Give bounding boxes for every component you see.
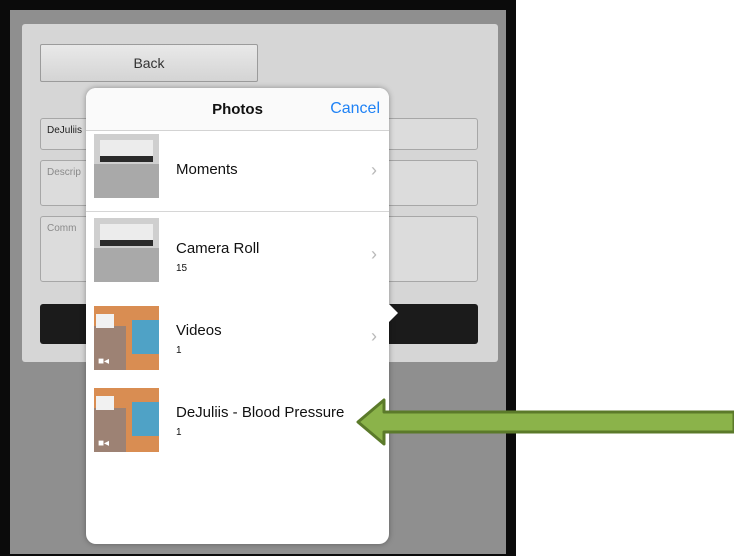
album-name: Videos <box>176 322 222 339</box>
album-name: Moments <box>176 161 238 178</box>
chevron-right-icon: › <box>371 244 377 264</box>
video-camera-icon: ■◂ <box>98 356 110 367</box>
album-count: 1 <box>176 427 182 438</box>
album-name: DeJuliis - Blood Pressure <box>176 404 345 421</box>
album-thumbnail: ■◂ <box>94 388 159 452</box>
album-count: 15 <box>176 263 188 274</box>
album-row-blood-pressure[interactable]: ■◂ DeJuliis - Blood Pressure 1 <box>86 384 389 466</box>
album-row-camera-roll[interactable]: Camera Roll 15 › <box>86 212 389 294</box>
cancel-button[interactable]: Cancel <box>330 100 380 118</box>
album-count: 1 <box>176 345 182 356</box>
album-row-videos[interactable]: ■◂ Videos 1 › <box>86 302 389 384</box>
album-thumbnail <box>94 218 159 282</box>
popover-header: Photos Cancel <box>86 88 389 131</box>
back-button[interactable]: Back <box>40 44 258 82</box>
album-thumbnail <box>94 134 159 198</box>
album-thumbnail: ■◂ <box>94 306 159 370</box>
green-pointer-arrow <box>356 398 734 446</box>
popover-arrow <box>388 303 398 323</box>
photos-popover: Photos Cancel Moments › Camera Roll 15 ›… <box>86 88 398 544</box>
chevron-right-icon: › <box>371 326 377 346</box>
album-row-moments[interactable]: Moments › <box>86 130 389 212</box>
video-camera-icon: ■◂ <box>98 438 110 449</box>
chevron-right-icon: › <box>371 160 377 180</box>
album-name: Camera Roll <box>176 240 260 257</box>
